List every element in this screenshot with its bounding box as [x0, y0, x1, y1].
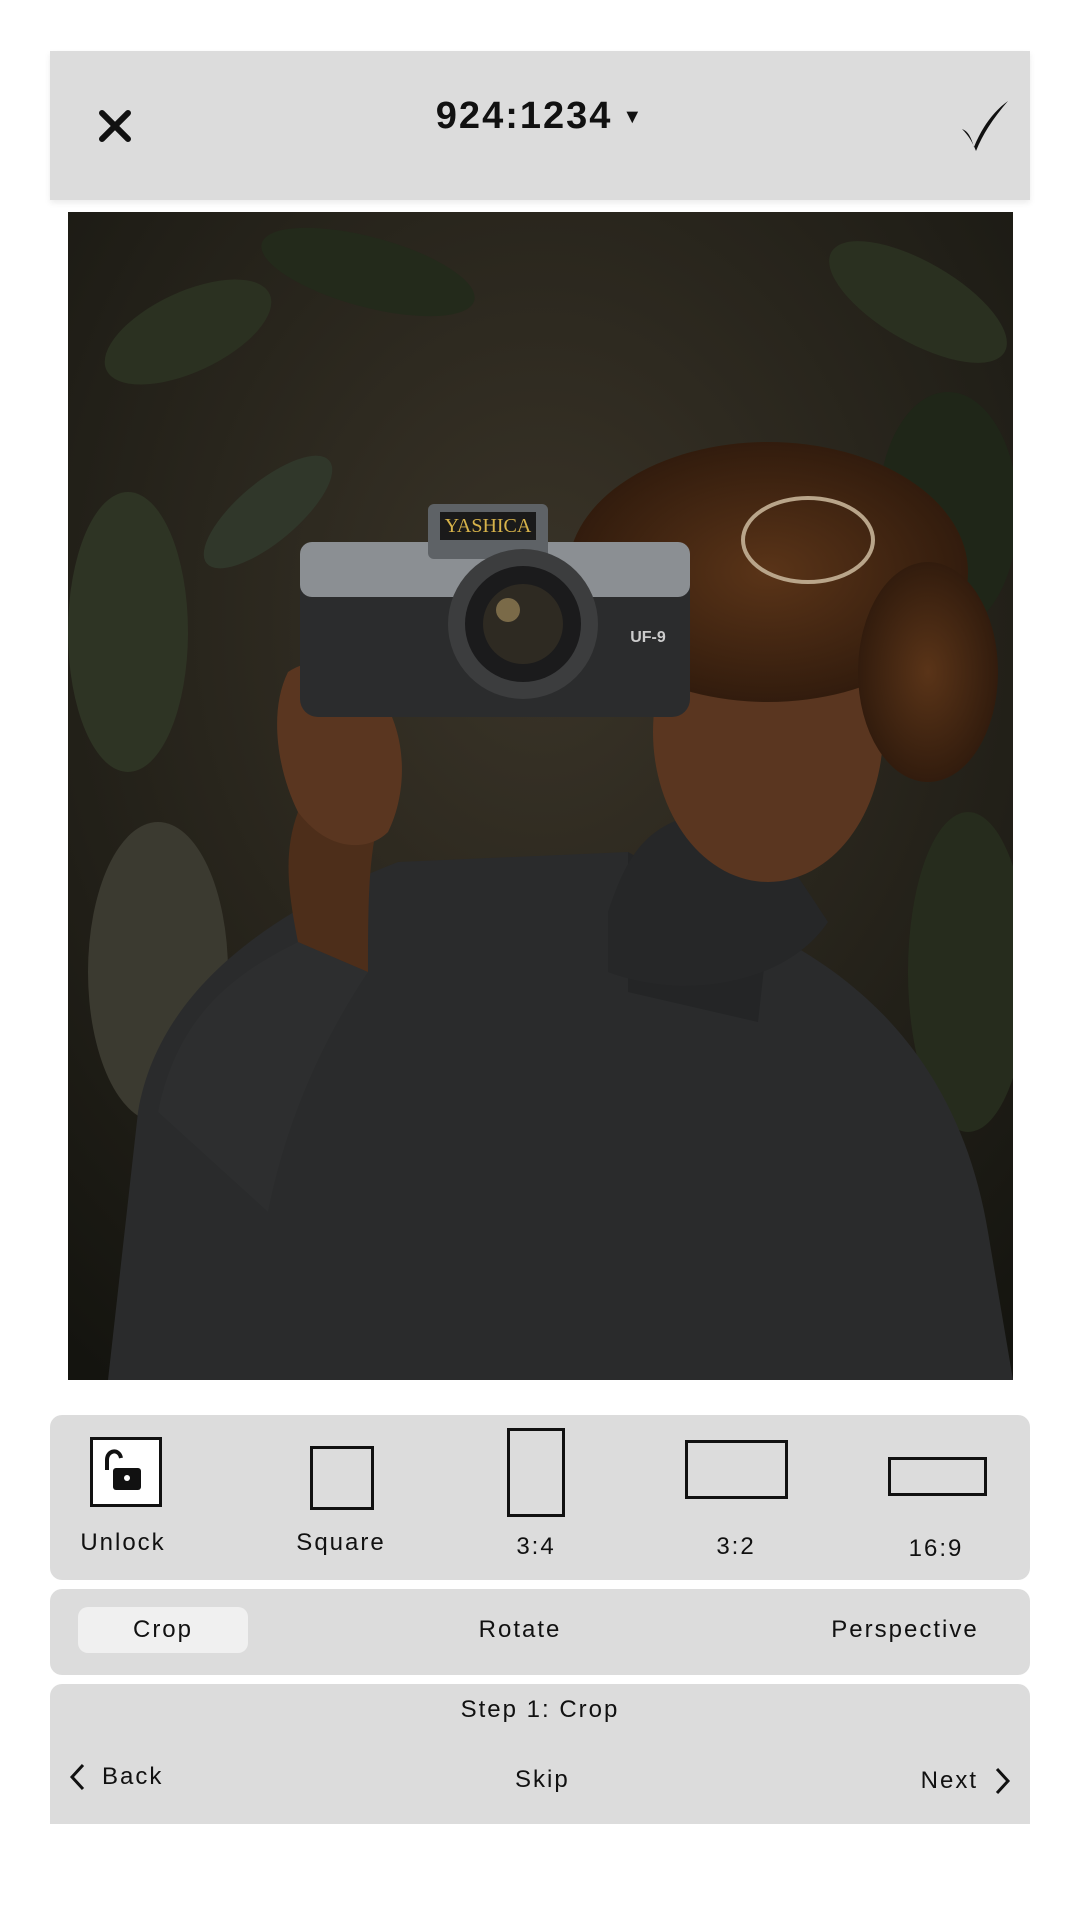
ratio-option-3-4[interactable]: 3:4 [490, 1415, 610, 1580]
tab-perspective[interactable]: Perspective [820, 1607, 990, 1653]
tab-rotate[interactable]: Rotate [450, 1607, 590, 1653]
camera-brand-text: YASHICA [445, 515, 532, 537]
skip-button[interactable]: Skip [515, 1766, 570, 1794]
photo-canvas[interactable]: YASHICA UF-9 [68, 212, 1013, 1380]
aspect-ratio-dropdown[interactable]: 924:1234 ▼ [50, 95, 1030, 138]
edit-tools-tabs: Crop Rotate Perspective [50, 1589, 1030, 1675]
aspect-ratio-value: 924:1234 [435, 95, 613, 137]
next-button[interactable]: Next [921, 1766, 1012, 1796]
landscape-ratio-icon [685, 1440, 788, 1499]
ratio-option-16-9[interactable]: 16:9 [870, 1415, 1030, 1580]
chevron-left-icon [69, 1763, 85, 1791]
wide-ratio-icon [888, 1457, 987, 1496]
portrait-ratio-icon [507, 1428, 565, 1517]
ratio-option-square[interactable]: Square [280, 1415, 420, 1580]
chevron-right-icon [995, 1767, 1011, 1795]
step-title: Step 1: Crop [460, 1696, 620, 1723]
confirm-button[interactable] [956, 97, 1012, 153]
ratio-label-3-2: 3:2 [716, 1533, 756, 1560]
checkmark-icon [962, 101, 1008, 151]
step-navigation: Step 1: Crop Back Skip Next [50, 1684, 1030, 1824]
ratio-option-unlock[interactable]: Unlock [50, 1415, 210, 1580]
back-button[interactable]: Back [68, 1762, 163, 1792]
ratio-label-16-9: 16:9 [908, 1535, 964, 1562]
back-label: Back [102, 1763, 164, 1790]
ratio-label-unlock: Unlock [80, 1529, 166, 1556]
skip-label: Skip [515, 1766, 570, 1793]
portrait-photo: YASHICA UF-9 [68, 212, 1013, 1380]
ratio-option-3-2[interactable]: 3:2 [670, 1415, 810, 1580]
top-bar: 924:1234 ▼ [50, 51, 1030, 200]
aspect-ratio-panel: Unlock Square 3:4 3:2 16:9 [50, 1415, 1030, 1580]
square-ratio-icon [310, 1446, 374, 1510]
caret-down-icon: ▼ [622, 106, 645, 129]
tab-crop[interactable]: Crop [78, 1607, 248, 1653]
ratio-label-3-4: 3:4 [516, 1533, 556, 1560]
ratio-label-square: Square [296, 1529, 386, 1556]
next-label: Next [920, 1767, 978, 1794]
unlock-icon [90, 1437, 162, 1507]
camera-model-text: UF-9 [630, 629, 666, 646]
